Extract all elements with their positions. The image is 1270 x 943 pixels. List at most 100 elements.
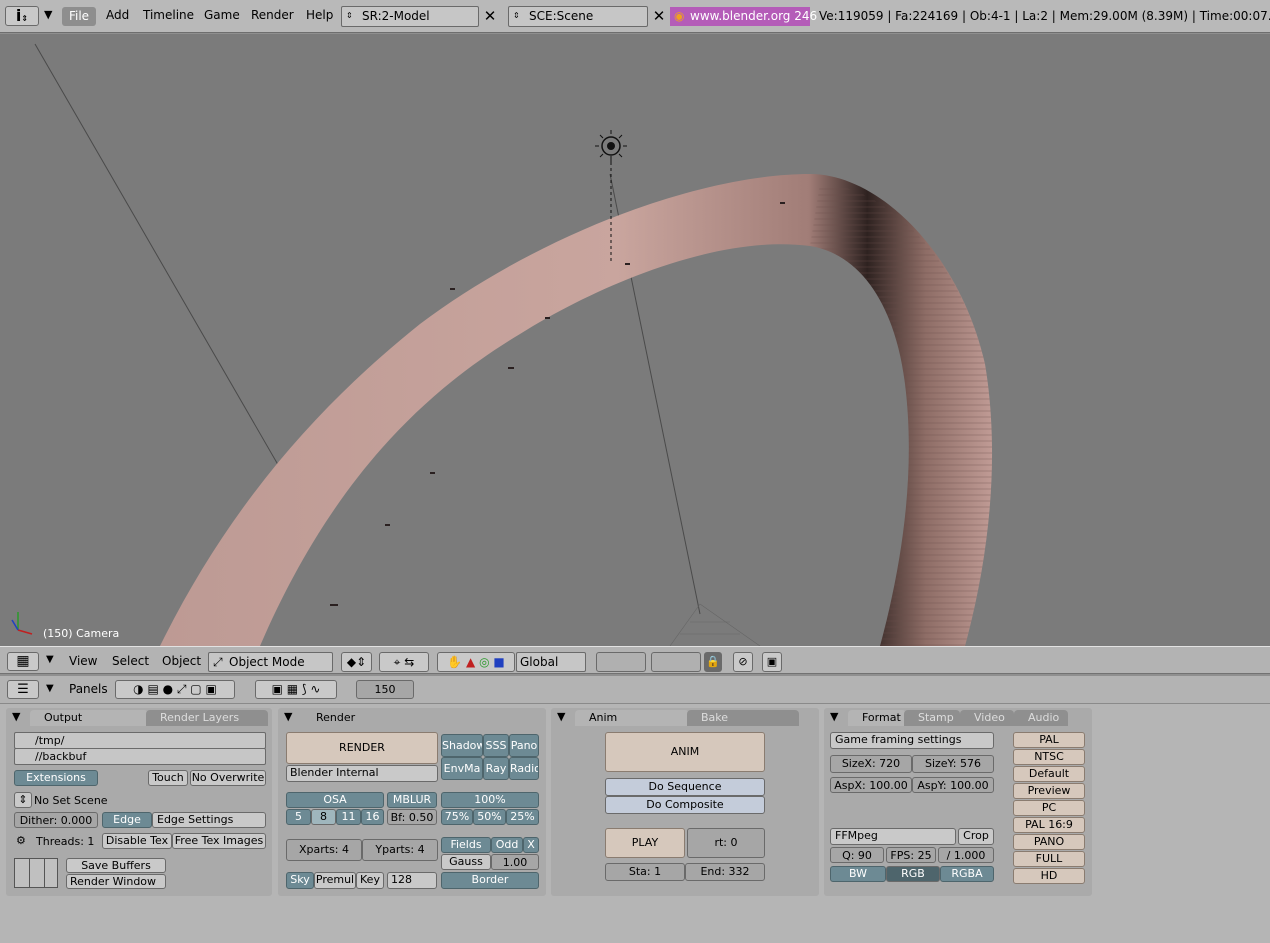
- menu-file[interactable]: File: [62, 7, 96, 26]
- anim-button[interactable]: ANIM: [605, 732, 765, 772]
- tab-format[interactable]: Format: [848, 710, 906, 726]
- bf-field[interactable]: Bf: 0.50: [387, 809, 437, 825]
- backbuf-path-field[interactable]: //backbuf: [14, 748, 266, 765]
- menu-game[interactable]: Game: [204, 8, 240, 22]
- panel-collapse-icon[interactable]: ▼: [284, 710, 292, 723]
- aspy-field[interactable]: AspY: 100.00: [912, 777, 994, 793]
- percent-50[interactable]: 50%: [473, 809, 506, 825]
- set-scene-updown-icon[interactable]: ⇕: [14, 792, 32, 808]
- render-button[interactable]: RENDER: [286, 732, 438, 764]
- tab-bake[interactable]: Bake: [687, 710, 799, 726]
- tab-render-layers[interactable]: Render Layers: [146, 710, 268, 726]
- scene-selector[interactable]: ⇕ SCE:Scene: [508, 6, 648, 27]
- filter-selector[interactable]: Gauss: [441, 854, 491, 870]
- osa-toggle[interactable]: OSA: [286, 792, 384, 808]
- tab-video[interactable]: Video: [960, 710, 1014, 726]
- percent-75[interactable]: 75%: [441, 809, 473, 825]
- start-frame-field[interactable]: Sta: 1: [605, 863, 685, 881]
- output-path-field[interactable]: /tmp/: [14, 732, 266, 749]
- end-frame-field[interactable]: End: 332: [685, 863, 765, 881]
- menu-view[interactable]: View: [69, 654, 97, 668]
- orientation-selector[interactable]: Global: [516, 652, 586, 672]
- sizey-field[interactable]: SizeY: 576: [912, 755, 994, 773]
- bits-selector[interactable]: 128: [387, 872, 437, 889]
- preset-full[interactable]: FULL: [1013, 851, 1085, 867]
- menu-help[interactable]: Help: [306, 8, 333, 22]
- panel-collapse-icon[interactable]: ▼: [830, 710, 838, 723]
- yparts-field[interactable]: Yparts: 4: [362, 839, 438, 861]
- preset-pal[interactable]: PAL: [1013, 732, 1085, 748]
- dither-field[interactable]: Dither: 0.000: [14, 812, 98, 828]
- ray-toggle[interactable]: Ray: [483, 757, 509, 780]
- delete-screen-close-icon[interactable]: ✕: [481, 7, 499, 26]
- sss-toggle[interactable]: SSS: [483, 734, 509, 757]
- menu-select[interactable]: Select: [112, 654, 149, 668]
- envmap-toggle[interactable]: EnvMa: [441, 757, 483, 780]
- menu-timeline[interactable]: Timeline: [143, 8, 194, 22]
- tab-audio[interactable]: Audio: [1014, 710, 1068, 726]
- filter-size-field[interactable]: 1.00: [491, 854, 539, 870]
- osa-11[interactable]: 11: [336, 809, 361, 825]
- shadow-toggle[interactable]: Shadow: [441, 734, 483, 757]
- bw-toggle[interactable]: BW: [830, 866, 886, 882]
- render-preview-icon[interactable]: ▣: [762, 652, 782, 672]
- lock-icon[interactable]: 🔒: [704, 652, 722, 672]
- preset-ntsc[interactable]: NTSC: [1013, 749, 1085, 765]
- layer-buttons-left[interactable]: [596, 652, 646, 672]
- blender-website-link[interactable]: ◉ www.blender.org 246: [670, 7, 817, 26]
- key-toggle[interactable]: Key: [356, 872, 384, 889]
- collapse-menu-icon[interactable]: ▼: [44, 8, 52, 21]
- fps-base-field[interactable]: / 1.000: [938, 847, 994, 863]
- percent-100[interactable]: 100%: [441, 792, 539, 808]
- x-toggle[interactable]: X: [523, 837, 539, 853]
- disable-tex-button[interactable]: Disable Tex: [102, 833, 172, 849]
- mblur-toggle[interactable]: MBLUR: [387, 792, 437, 808]
- collapse-menu-icon[interactable]: ▼: [46, 683, 54, 694]
- preset-pc[interactable]: PC: [1013, 800, 1085, 816]
- no-overwrite-toggle[interactable]: No Overwrite: [190, 770, 266, 786]
- render-engine-selector[interactable]: Blender Internal: [286, 765, 438, 782]
- current-frame-field[interactable]: 150: [356, 680, 414, 699]
- link-icon[interactable]: ⊘: [733, 652, 753, 672]
- odd-toggle[interactable]: Odd: [491, 837, 523, 853]
- crop-toggle[interactable]: Crop: [958, 828, 994, 845]
- delete-scene-close-icon[interactable]: ✕: [650, 7, 668, 26]
- radio-toggle[interactable]: Radio: [509, 757, 539, 780]
- fps-field[interactable]: FPS: 25: [886, 847, 936, 863]
- collapse-menu-icon[interactable]: ▼: [46, 654, 54, 665]
- preset-default[interactable]: Default: [1013, 766, 1085, 782]
- rt-field[interactable]: rt: 0: [687, 828, 765, 858]
- mode-selector[interactable]: ⤢ Object Mode: [208, 652, 333, 672]
- 3d-viewport[interactable]: (150) Camera: [0, 34, 1270, 646]
- tab-output[interactable]: Output: [30, 710, 148, 726]
- manipulator-buttons[interactable]: ✋ ▲ ◎ ■: [437, 652, 515, 672]
- tab-anim[interactable]: Anim: [575, 710, 689, 726]
- pano-toggle[interactable]: Pano: [509, 734, 539, 757]
- layer-buttons-right[interactable]: [651, 652, 701, 672]
- window-position-grid[interactable]: [14, 858, 58, 888]
- panel-collapse-icon[interactable]: ▼: [557, 710, 565, 723]
- panel-collapse-icon[interactable]: ▼: [12, 710, 20, 723]
- context-buttons[interactable]: ◑ ▤ ● ⤢ ▢ ▣: [115, 680, 235, 699]
- do-sequence-toggle[interactable]: Do Sequence: [605, 778, 765, 796]
- file-format-selector[interactable]: FFMpeg: [830, 828, 956, 845]
- save-buffers-toggle[interactable]: Save Buffers: [66, 858, 166, 873]
- osa-16[interactable]: 16: [361, 809, 384, 825]
- threads-label[interactable]: Threads: 1: [36, 835, 94, 848]
- draw-type-button[interactable]: ◆⇕: [341, 652, 372, 672]
- info-editor-type-button[interactable]: i⇕: [5, 6, 39, 26]
- play-button[interactable]: PLAY: [605, 828, 685, 858]
- menu-object[interactable]: Object: [162, 654, 201, 668]
- extensions-toggle[interactable]: Extensions: [14, 770, 98, 786]
- quality-field[interactable]: Q: 90: [830, 847, 884, 863]
- subcontext-buttons[interactable]: ▣ ▦ ⟆ ∿: [255, 680, 337, 699]
- tab-stamp[interactable]: Stamp: [904, 710, 960, 726]
- render-window-selector[interactable]: Render Window: [66, 874, 166, 889]
- aspx-field[interactable]: AspX: 100.00: [830, 777, 912, 793]
- preset-pal169[interactable]: PAL 16:9: [1013, 817, 1085, 833]
- tab-render[interactable]: Render: [302, 710, 382, 726]
- menu-render[interactable]: Render: [251, 8, 294, 22]
- percent-25[interactable]: 25%: [506, 809, 539, 825]
- preset-pano[interactable]: PANO: [1013, 834, 1085, 850]
- preset-hd[interactable]: HD: [1013, 868, 1085, 884]
